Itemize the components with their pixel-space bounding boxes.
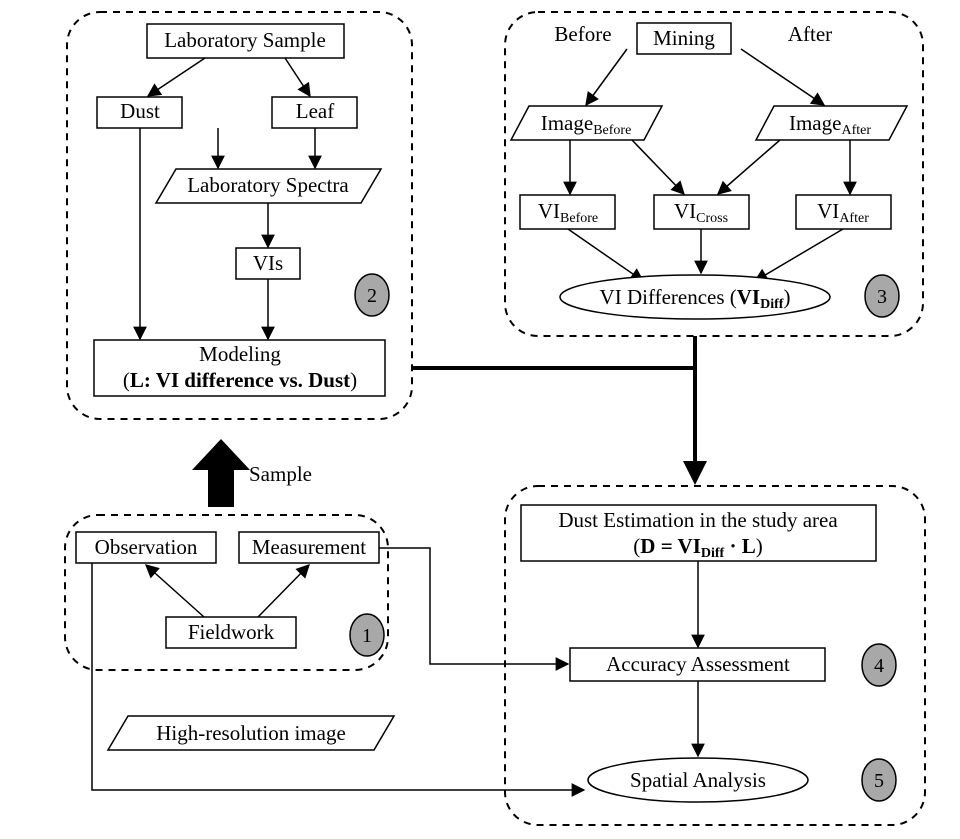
accuracy-text: Accuracy Assessment (606, 652, 790, 676)
mining-text: Mining (653, 26, 715, 50)
measurement-to-accuracy-connector (379, 548, 568, 664)
leaf-text: Leaf (296, 99, 334, 123)
badge-2-label: 2 (367, 285, 377, 307)
sample-label: Sample (249, 462, 312, 486)
badge-4-label: 4 (874, 655, 884, 677)
modeling-line1: Modeling (199, 342, 281, 366)
highres-image-text: High-resolution image (156, 721, 346, 745)
fieldwork-text: Fieldwork (188, 620, 275, 644)
before-label: Before (554, 22, 611, 46)
after-label: After (788, 22, 832, 46)
dust-estimation-line1: Dust Estimation in the study area (558, 508, 838, 532)
modeling-line2: (L: VI difference vs. Dust) (123, 368, 357, 392)
laboratory-sample-text: Laboratory Sample (164, 28, 326, 52)
badge-1-label: 1 (362, 625, 372, 647)
spatial-analysis-text: Spatial Analysis (630, 768, 766, 792)
badge-3-label: 3 (877, 286, 887, 308)
badge-5-label: 5 (874, 770, 884, 792)
observation-text: Observation (95, 535, 198, 559)
sample-arrow-icon (192, 439, 250, 507)
observation-to-spatial-connector (92, 563, 584, 790)
flowchart-diagram: 2 Laboratory Sample Dust Leaf Laboratory… (0, 0, 960, 839)
laboratory-spectra-text: Laboratory Spectra (187, 173, 349, 197)
vis-text: VIs (253, 251, 283, 275)
measurement-text: Measurement (252, 535, 366, 559)
dust-estimation-line2: (D = VIDiff · L) (633, 534, 762, 561)
dust-text: Dust (120, 99, 160, 123)
